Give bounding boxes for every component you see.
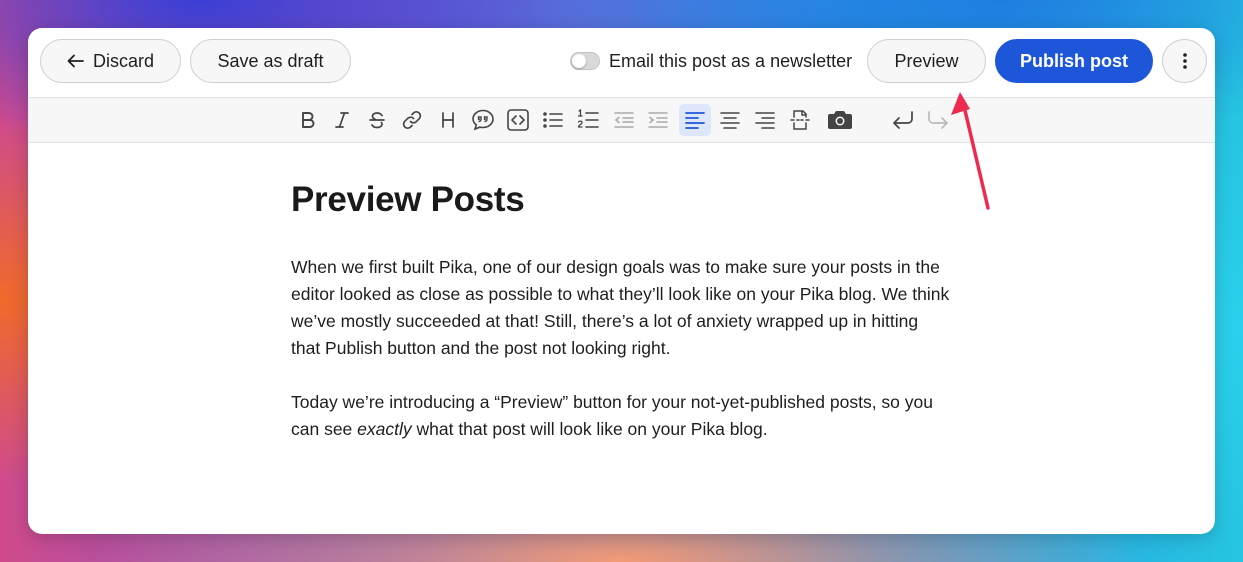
numbered-list-icon <box>577 109 599 128</box>
save-draft-button[interactable]: Save as draft <box>190 39 351 83</box>
undo-icon <box>893 111 913 129</box>
more-options-button[interactable] <box>1162 39 1207 83</box>
discard-button[interactable]: Discard <box>40 39 181 83</box>
annotation-arrow <box>951 92 990 210</box>
page-break-button[interactable] <box>784 104 816 136</box>
editor-top-bar: Discard Save as draft Email this post as… <box>28 28 1215 97</box>
page-break-icon <box>790 110 810 130</box>
outdent-icon <box>614 112 634 128</box>
quote-icon <box>472 109 494 131</box>
bold-icon <box>302 112 315 128</box>
heading-button[interactable] <box>432 104 464 136</box>
align-center-icon <box>720 112 740 129</box>
toggle-knob <box>572 54 586 68</box>
bold-button[interactable] <box>292 104 324 136</box>
publish-post-button[interactable]: Publish post <box>995 39 1153 83</box>
indent-button[interactable] <box>642 104 674 136</box>
post-title[interactable]: Preview Posts <box>291 178 951 222</box>
numbered-list-button[interactable] <box>572 104 604 136</box>
arrow-left-icon <box>67 54 84 68</box>
indent-icon <box>648 112 668 128</box>
discard-label: Discard <box>92 50 154 71</box>
strikethrough-button[interactable] <box>361 104 393 136</box>
strikethrough-icon <box>369 112 385 129</box>
newsletter-option: Email this post as a newsletter <box>570 39 852 83</box>
align-right-button[interactable] <box>749 104 781 136</box>
code-icon <box>507 109 529 131</box>
italic-button[interactable] <box>326 104 358 136</box>
preview-button[interactable]: Preview <box>867 39 986 83</box>
bullet-list-icon <box>543 112 563 128</box>
newsletter-label: Email this post as a newsletter <box>609 50 853 71</box>
more-vertical-icon <box>1182 53 1187 69</box>
align-center-button[interactable] <box>714 104 746 136</box>
quote-button[interactable] <box>467 104 499 136</box>
editor-window: Discard Save as draft Email this post as… <box>28 28 1215 534</box>
newsletter-toggle[interactable] <box>570 52 600 70</box>
link-button[interactable] <box>396 104 428 136</box>
align-left-button[interactable] <box>679 104 711 136</box>
post-content[interactable]: Preview Posts When we first built Pika, … <box>291 178 951 443</box>
formatting-toolbar <box>28 97 1215 143</box>
emphasis-text: exactly <box>357 419 412 439</box>
code-button[interactable] <box>502 104 534 136</box>
align-left-icon <box>685 112 705 129</box>
camera-icon <box>828 111 852 129</box>
post-paragraph[interactable]: When we first built Pika, one of our des… <box>291 254 951 362</box>
paragraph-text: what that post will look like on your Pi… <box>411 419 768 439</box>
bullet-list-button[interactable] <box>537 104 569 136</box>
outdent-button[interactable] <box>608 104 640 136</box>
link-icon <box>402 110 422 130</box>
align-right-icon <box>755 112 775 129</box>
heading-icon <box>442 112 454 128</box>
post-paragraph[interactable]: Today we’re introducing a “Preview” butt… <box>291 389 951 443</box>
italic-icon <box>335 112 349 128</box>
camera-button[interactable] <box>824 104 856 136</box>
undo-button[interactable] <box>887 104 919 136</box>
